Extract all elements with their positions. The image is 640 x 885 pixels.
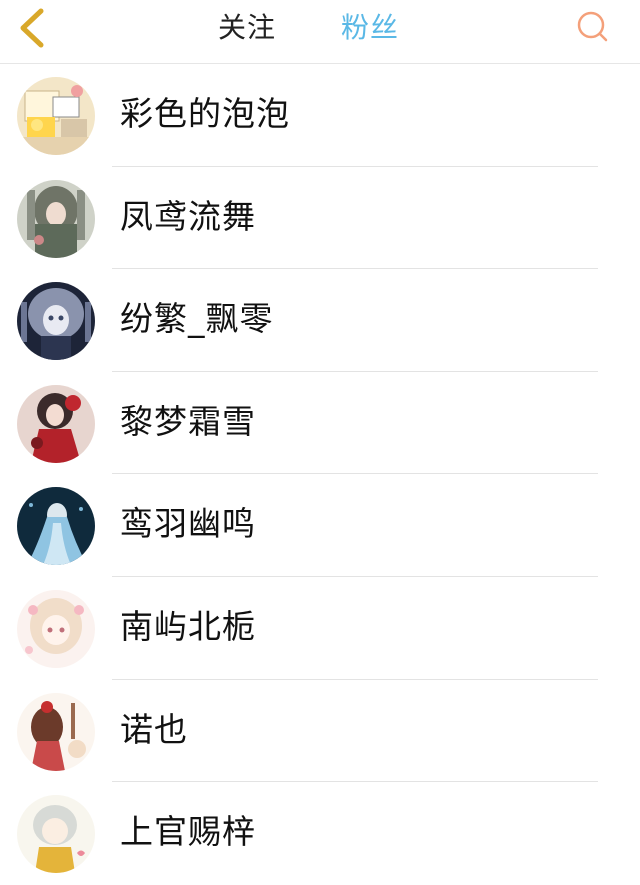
- avatar: [17, 179, 95, 258]
- search-button[interactable]: [574, 10, 612, 48]
- fan-name: 南屿北栀: [120, 606, 256, 646]
- fan-name: 彩色的泡泡: [120, 94, 290, 133]
- fan-name: 鸾羽幽鸣: [120, 504, 256, 544]
- avatar: [17, 487, 95, 566]
- list-item[interactable]: 上官赐梓: [0, 782, 640, 885]
- fan-name: 诺也: [120, 709, 188, 749]
- fan-name: 上官赐梓: [120, 812, 256, 852]
- tab-following[interactable]: 关注: [218, 10, 276, 46]
- top-navigation-bar: 关注 粉丝: [0, 0, 640, 64]
- list-item[interactable]: 黎梦霜雪: [0, 372, 640, 475]
- back-button[interactable]: [12, 8, 52, 52]
- list-item[interactable]: 鸾羽幽鸣: [0, 474, 640, 577]
- list-item[interactable]: 彩色的泡泡: [0, 64, 640, 167]
- avatar: [17, 282, 95, 361]
- avatar: [17, 795, 95, 874]
- tab-fans[interactable]: 粉丝: [341, 10, 399, 46]
- avatar: [17, 384, 95, 463]
- list-item[interactable]: 诺也: [0, 680, 640, 783]
- fan-name: 纷繁_飘零: [120, 299, 274, 339]
- list-item[interactable]: 纷繁_飘零: [0, 269, 640, 372]
- avatar: [17, 589, 95, 668]
- fans-list: 彩色的泡泡 凤鸢流舞 纷繁_飘零 黎梦霜雪 鸾羽幽鸣 南屿北栀 诺也 上官赐梓: [0, 64, 640, 885]
- chevron-left-icon: [17, 7, 47, 53]
- list-item[interactable]: 南屿北栀: [0, 577, 640, 680]
- search-icon: [576, 10, 610, 48]
- fan-name: 凤鸢流舞: [120, 196, 256, 236]
- fan-name: 黎梦霜雪: [120, 401, 256, 441]
- avatar: [17, 77, 95, 155]
- avatar: [17, 692, 95, 771]
- list-item[interactable]: 凤鸢流舞: [0, 167, 640, 270]
